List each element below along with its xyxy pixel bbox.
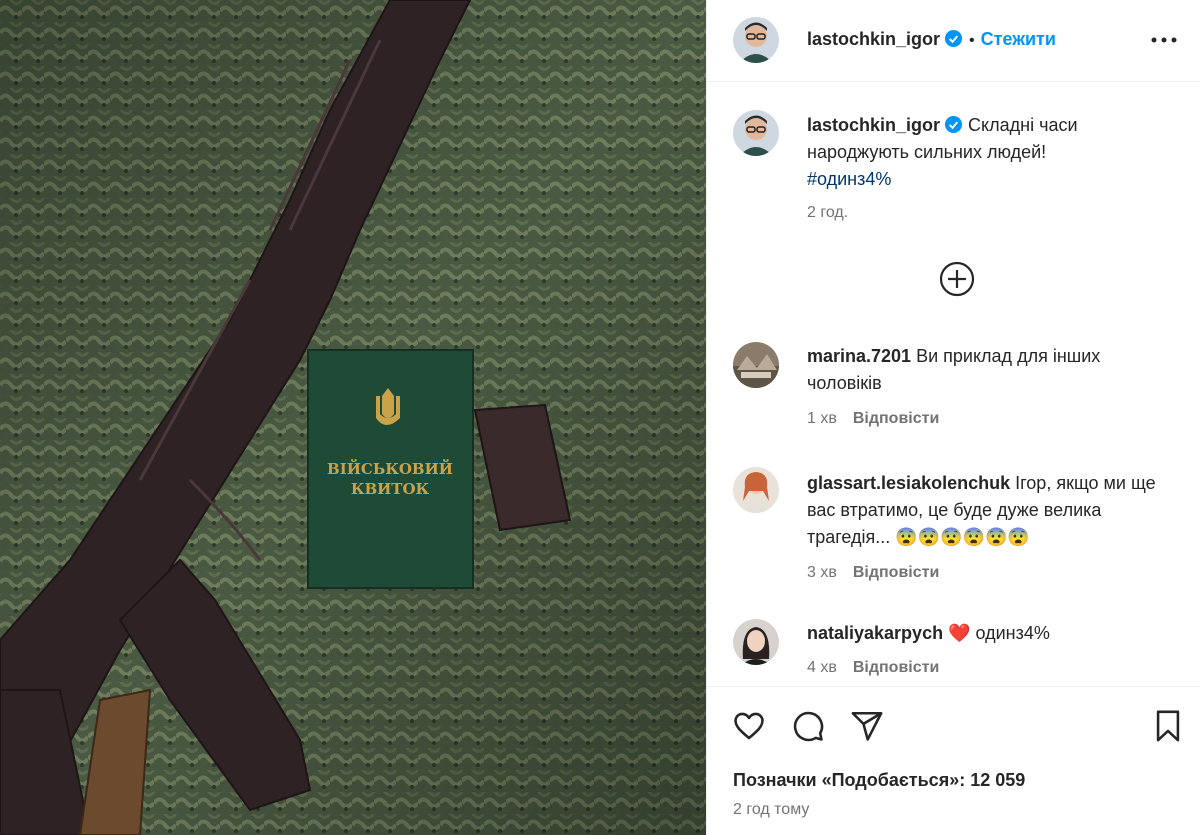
commenter-avatar[interactable]	[733, 342, 779, 388]
post-image[interactable]: ВІЙСЬКОВИЙ КВИТОК	[0, 0, 706, 835]
verified-badge-icon	[944, 115, 963, 134]
post-sidebar: lastochkin_igor • Стежити lastochkin_igor …	[706, 0, 1200, 835]
commenter-avatar[interactable]	[733, 619, 779, 665]
booklet-line2: КВИТОК	[351, 480, 430, 498]
comment-meta: 1 хв Відповісти	[807, 410, 939, 428]
like-heart-icon[interactable]	[731, 709, 767, 743]
save-bookmark-icon[interactable]	[1153, 709, 1183, 743]
likes-count[interactable]: Позначки «Подобається»: 12 059	[733, 770, 1025, 791]
comment-text: ❤️ одинз4%	[948, 623, 1050, 643]
caption-time: 2 год.	[807, 204, 849, 221]
post-timestamp[interactable]: 2 год тому	[733, 801, 809, 819]
comment-body: nataliyakarpych ❤️ одинз4%	[807, 620, 1177, 647]
author-avatar[interactable]	[733, 17, 779, 63]
caption-author-avatar[interactable]	[733, 110, 779, 156]
caption-hashtag[interactable]: #одинз4%	[807, 169, 891, 189]
follow-button[interactable]: Стежити	[981, 29, 1056, 49]
post-actions: Позначки «Подобається»: 12 059 2 год том…	[707, 686, 1200, 835]
booklet-line1: ВІЙСЬКОВИЙ	[327, 459, 453, 478]
comment-bubble-icon[interactable]	[790, 709, 826, 743]
comment-time: 4 хв	[807, 659, 837, 676]
post-header: lastochkin_igor • Стежити	[707, 0, 1200, 82]
comment-username[interactable]: glassart.lesiakolenchuk	[807, 473, 1010, 493]
comment-body: marina.7201 Ви приклад для інших чоловік…	[807, 343, 1177, 397]
post-photo: ВІЙСЬКОВИЙ КВИТОК	[0, 0, 706, 835]
reply-button[interactable]: Відповісти	[853, 410, 939, 427]
reply-button[interactable]: Відповісти	[853, 659, 939, 676]
caption-username[interactable]: lastochkin_igor	[807, 115, 940, 135]
more-options-icon[interactable]	[1149, 28, 1179, 52]
separator-dot: •	[969, 32, 975, 49]
reply-button[interactable]: Відповісти	[853, 564, 939, 581]
comment-meta: 4 хв Відповісти	[807, 659, 939, 677]
share-send-icon[interactable]	[850, 709, 884, 743]
load-more-comments-icon[interactable]	[939, 261, 975, 297]
verified-badge-icon	[944, 29, 963, 48]
comment-time: 3 хв	[807, 564, 837, 581]
comment-username[interactable]: nataliyakarpych	[807, 623, 943, 643]
comment-time: 1 хв	[807, 410, 837, 427]
caption-text-block: lastochkin_igor Складні часи народжують …	[807, 112, 1147, 193]
comment-username[interactable]: marina.7201	[807, 346, 911, 366]
comment-meta: 3 хв Відповісти	[807, 564, 939, 582]
commenter-avatar[interactable]	[733, 467, 779, 513]
author-username[interactable]: lastochkin_igor	[807, 29, 940, 49]
comment-body: glassart.lesiakolenchuk Ігор, якщо ми ще…	[807, 470, 1177, 551]
